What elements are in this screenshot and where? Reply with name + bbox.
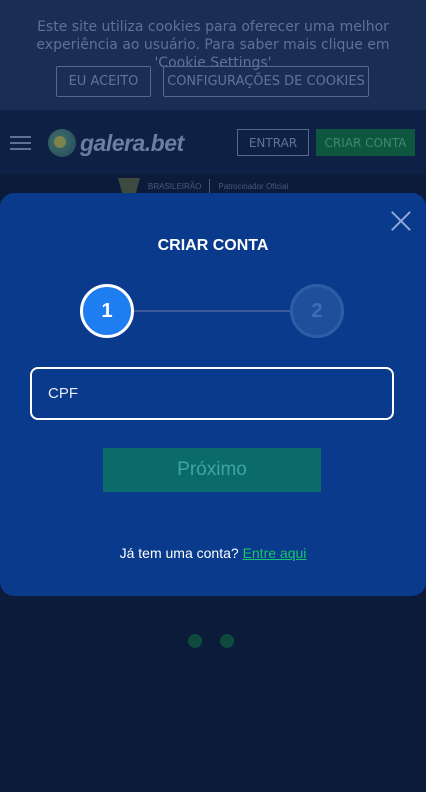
login-link[interactable]: Entre aqui xyxy=(243,545,307,561)
modal-title: CRIAR CONTA xyxy=(157,237,269,254)
carousel-dots xyxy=(188,634,234,648)
cpf-input[interactable] xyxy=(30,367,394,420)
carousel-dot[interactable] xyxy=(188,634,202,648)
login-button[interactable]: ENTRAR xyxy=(237,129,309,156)
signup-button[interactable]: CRIAR CONTA xyxy=(316,129,415,156)
next-button[interactable]: Próximo xyxy=(103,448,321,492)
step-2-indicator: 2 xyxy=(290,284,344,338)
menu-icon[interactable] xyxy=(10,136,31,150)
cookie-settings-button[interactable]: CONFIGURAÇÕES DE COOKIES xyxy=(163,66,369,97)
cookie-banner: Este site utiliza cookies para oferecer … xyxy=(0,0,426,110)
logo-icon xyxy=(48,129,76,157)
carousel-dot[interactable] xyxy=(220,634,234,648)
sponsor-right-text: Patrocinador Oficial xyxy=(218,181,289,191)
login-prompt: Já tem uma conta? Entre aqui xyxy=(0,545,426,561)
cookie-accept-button[interactable]: EU ACEITO xyxy=(56,66,151,97)
logo-text: galera.bet xyxy=(80,129,184,156)
cookie-text: Este site utiliza cookies para oferecer … xyxy=(36,19,390,71)
sponsor-left-text: BRASILEIRÃO xyxy=(148,181,202,191)
step-1-indicator: 1 xyxy=(80,284,134,338)
sponsor-strip: BRASILEIRÃO Patrocinador Oficial xyxy=(118,178,288,194)
logo[interactable]: galera.bet xyxy=(48,128,184,158)
brasileirao-icon xyxy=(118,178,140,194)
site-header: galera.bet ENTRAR CRIAR CONTA xyxy=(0,110,426,174)
signup-modal: CRIAR CONTA 1 2 Próximo Já tem uma conta… xyxy=(0,193,426,596)
have-account-text: Já tem uma conta? xyxy=(119,545,239,561)
step-connector xyxy=(133,310,293,312)
divider xyxy=(209,179,211,193)
close-icon[interactable] xyxy=(390,210,412,232)
